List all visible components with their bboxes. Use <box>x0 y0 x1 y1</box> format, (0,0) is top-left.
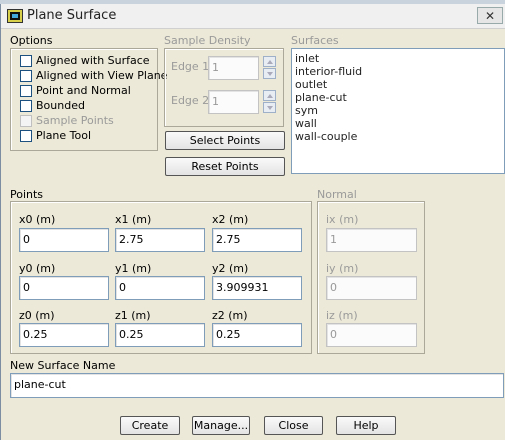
x0-label: x0 (m) <box>19 213 56 226</box>
checkbox-box[interactable] <box>20 100 32 112</box>
edge2-label: Edge 2 <box>171 94 210 107</box>
new-surface-name-field[interactable]: plane-cut <box>10 373 504 398</box>
points-group: x0 (m) x1 (m) x2 (m) 0 2.75 2.75 y0 (m) … <box>10 201 312 354</box>
options-group: Aligned with Surface Aligned with View P… <box>10 48 167 151</box>
iz-field: 0 <box>326 323 417 347</box>
y2-field[interactable]: 3.909931 <box>212 276 302 300</box>
edge1-down-arrow-icon <box>263 68 276 79</box>
checkbox-box[interactable] <box>20 70 32 82</box>
z1-field[interactable]: 0.25 <box>115 323 205 347</box>
surface-item-wall[interactable]: wall <box>292 117 504 130</box>
ix-label: ix (m) <box>326 213 359 226</box>
z0-field[interactable]: 0.25 <box>19 323 109 347</box>
manage-button[interactable]: Manage... <box>192 416 250 435</box>
x0-field[interactable]: 0 <box>19 228 109 252</box>
x2-field[interactable]: 2.75 <box>212 228 302 252</box>
z0-label: z0 (m) <box>19 309 55 322</box>
y2-label: y2 (m) <box>212 262 249 275</box>
edge2-field: 1 <box>208 90 259 114</box>
options-label: Options <box>10 34 53 47</box>
close-window-button[interactable]: ✕ <box>477 7 503 24</box>
z2-label: z2 (m) <box>212 309 248 322</box>
surfaces-label: Surfaces <box>291 34 339 47</box>
new-surface-name-label: New Surface Name <box>10 359 116 372</box>
normal-group: ix (m) 1 iy (m) 0 iz (m) 0 <box>317 201 425 354</box>
app-icon <box>7 9 23 23</box>
edge2-down-arrow-icon <box>263 102 276 113</box>
iy-field: 0 <box>326 276 417 300</box>
surfaces-list[interactable]: inlet interior-fluid outlet plane-cut sy… <box>291 48 505 174</box>
points-label: Points <box>10 188 44 201</box>
edge1-label: Edge 1 <box>171 60 210 73</box>
select-points-button[interactable]: Select Points <box>165 131 285 150</box>
checkbox-label: Aligned with Surface <box>36 54 150 67</box>
close-button[interactable]: Close <box>264 416 323 435</box>
checkbox-label: Aligned with View Plane <box>36 69 168 82</box>
x2-label: x2 (m) <box>212 213 249 226</box>
x1-field[interactable]: 2.75 <box>115 228 205 252</box>
y1-field[interactable]: 0 <box>115 276 205 300</box>
iy-label: iy (m) <box>326 262 359 275</box>
normal-label: Normal <box>317 188 357 201</box>
z2-field[interactable]: 0.25 <box>212 323 302 347</box>
surface-item-outlet[interactable]: outlet <box>292 78 504 91</box>
create-button[interactable]: Create <box>120 416 180 435</box>
reset-points-button[interactable]: Reset Points <box>165 157 285 176</box>
checkbox-box[interactable] <box>20 85 32 97</box>
window-title: Plane Surface <box>27 8 117 23</box>
sample-density-label: Sample Density <box>164 34 251 47</box>
surface-item-inlet[interactable]: inlet <box>292 52 504 65</box>
title-bar: Plane Surface ✕ <box>1 4 505 29</box>
checkbox-box <box>20 115 32 127</box>
y0-label: y0 (m) <box>19 262 56 275</box>
surface-item-sym[interactable]: sym <box>292 104 504 117</box>
plane-surface-dialog: Plane Surface ✕ Options Aligned with Sur… <box>0 4 505 440</box>
checkbox-box[interactable] <box>20 130 32 142</box>
surface-item-wall-couple[interactable]: wall-couple <box>292 130 504 143</box>
iz-label: iz (m) <box>326 309 358 322</box>
edge1-up-arrow-icon <box>263 56 276 67</box>
edge2-up-arrow-icon <box>263 90 276 101</box>
checkbox-label: Point and Normal <box>36 84 131 97</box>
help-button[interactable]: Help <box>336 416 396 435</box>
surface-item-interior-fluid[interactable]: interior-fluid <box>292 65 504 78</box>
x1-label: x1 (m) <box>115 213 152 226</box>
z1-label: z1 (m) <box>115 309 151 322</box>
sample-density-group: Edge 1 1 Edge 2 1 <box>164 48 284 127</box>
checkbox-label: Sample Points <box>36 114 114 127</box>
checkbox-label: Plane Tool <box>36 129 92 142</box>
checkbox-label: Bounded <box>36 99 85 112</box>
edge1-field: 1 <box>208 56 259 80</box>
y0-field[interactable]: 0 <box>19 276 109 300</box>
y1-label: y1 (m) <box>115 262 152 275</box>
checkbox-box[interactable] <box>20 55 32 67</box>
surface-item-plane-cut[interactable]: plane-cut <box>292 91 504 104</box>
ix-field: 1 <box>326 228 417 252</box>
